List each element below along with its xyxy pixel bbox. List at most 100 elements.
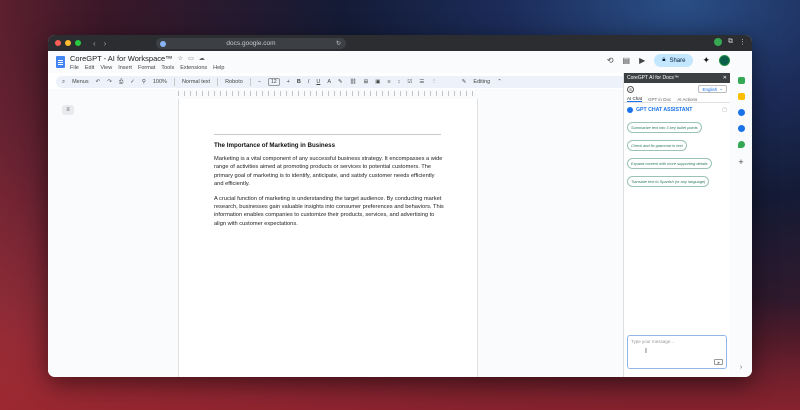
window-controls <box>55 40 81 46</box>
image-icon[interactable]: ▣ <box>375 79 380 85</box>
tab-gpt-in-doc[interactable]: GPT in Doc <box>648 97 671 102</box>
suggestion-chip[interactable]: Summarize text into 3 key bullet points <box>627 122 702 133</box>
menu-help[interactable]: Help <box>213 65 224 71</box>
expand-panel-icon[interactable]: › <box>740 364 742 371</box>
menu-view[interactable]: View <box>100 65 112 71</box>
suggestion-chip[interactable]: Expand content with more supporting deta… <box>627 158 712 169</box>
italic-icon[interactable]: I <box>308 79 310 85</box>
language-value: English <box>702 86 718 92</box>
menu-format[interactable]: Format <box>138 65 155 71</box>
side-panel-rail: + › <box>730 73 752 377</box>
font-select[interactable]: Roboto <box>225 79 243 85</box>
sheets-icon[interactable] <box>737 77 745 84</box>
ruler[interactable] <box>178 91 478 96</box>
editing-mode-select[interactable]: Editing <box>473 79 490 85</box>
coregpt-sidebar: CoreGPT AI for Docs™ ✕ S English ⌄ AI Ch… <box>623 73 730 377</box>
avatar[interactable] <box>719 55 730 66</box>
menu-file[interactable]: File <box>70 65 79 71</box>
underline-icon[interactable]: U <box>316 79 320 85</box>
link-icon[interactable]: ⛓ <box>350 79 357 85</box>
document-body[interactable]: The Importance of Marketing in Business … <box>214 142 444 234</box>
docs-header: CoreGPT - AI for Workspace™ ☆ ▭ ☁ File E… <box>48 51 752 73</box>
back-arrow-icon[interactable]: ‹ <box>93 39 96 48</box>
history-icon[interactable]: ⟲ <box>607 56 614 65</box>
redo-icon[interactable]: ↷ <box>107 79 112 85</box>
reload-icon[interactable]: ↻ <box>336 40 341 47</box>
close-window-dot[interactable] <box>55 40 61 46</box>
site-info-icon[interactable] <box>160 40 166 47</box>
docs-header-actions: ⟲ ▤ ▶ 🔒︎ Share ✦ <box>607 54 730 67</box>
extensions-puzzle-icon[interactable]: ⧉ <box>728 38 733 46</box>
forward-arrow-icon[interactable]: › <box>104 39 107 48</box>
address-bar[interactable]: docs.google.com ↻ <box>156 38 346 49</box>
font-size-decrease-icon[interactable]: − <box>258 79 261 85</box>
move-folder-icon[interactable]: ▭ <box>188 55 194 62</box>
maximize-window-dot[interactable] <box>75 40 81 46</box>
undo-icon[interactable]: ↶ <box>96 79 101 85</box>
menu-extensions[interactable]: Extensions <box>180 65 207 71</box>
tasks-icon[interactable] <box>737 109 745 116</box>
share-button[interactable]: 🔒︎ Share <box>654 54 694 67</box>
docs-toolbar: ⌕ Menus ↶ ↷ ⎙ ✓ ⚲ 100% Normal text Robot… <box>56 76 656 88</box>
assistant-close-icon[interactable]: ▢ <box>722 107 727 113</box>
document-canvas: ≡ The Importance of Marketing in Busines… <box>48 89 623 377</box>
extension-icon[interactable] <box>714 38 722 46</box>
zoom-select[interactable]: 100% <box>153 79 167 85</box>
doc-title[interactable]: CoreGPT - AI for Workspace™ <box>70 54 173 63</box>
add-addon-icon[interactable]: + <box>738 157 743 167</box>
suggestion-chip[interactable]: Check and fix grammar in text <box>627 140 687 151</box>
menu-insert[interactable]: Insert <box>118 65 132 71</box>
numbered-list-icon[interactable]: ⋮ <box>431 79 437 85</box>
sidebar-close-icon[interactable]: ✕ <box>723 75 727 81</box>
comments-icon[interactable]: ▤ <box>623 56 631 65</box>
maps-icon[interactable] <box>737 141 745 148</box>
font-size-input[interactable]: 12 <box>268 78 280 86</box>
tab-ai-actions[interactable]: AI Actions <box>677 97 697 102</box>
browser-nav: ‹ › <box>93 39 106 48</box>
url-text: docs.google.com <box>226 40 276 47</box>
suggestion-chip[interactable]: Translate text to Spanish (or any langua… <box>627 176 710 187</box>
sidebar-tabs: AI Chat GPT in Doc AI Actions <box>624 95 730 103</box>
line-spacing-icon[interactable]: ↕ <box>398 79 401 85</box>
checklist-icon[interactable]: ☑ <box>407 79 412 85</box>
horizontal-rule <box>214 134 441 135</box>
chat-input[interactable]: Type your message... I ➤ <box>627 335 727 369</box>
suggestion-list: Summarize text into 3 key bullet points … <box>624 116 730 188</box>
divider <box>173 78 175 86</box>
lock-icon: 🔒︎ <box>662 57 666 63</box>
star-icon[interactable]: ☆ <box>178 55 183 62</box>
bold-icon[interactable]: B <box>297 79 301 85</box>
font-size-increase-icon[interactable]: + <box>287 79 290 85</box>
bullets-icon[interactable]: ☰ <box>419 79 424 85</box>
outline-toggle-icon[interactable]: ≡ <box>62 105 74 115</box>
menu-edit[interactable]: Edit <box>85 65 94 71</box>
highlight-icon[interactable]: ✎ <box>338 79 343 85</box>
collapse-toolbar-icon[interactable]: ⌃ <box>497 79 502 85</box>
chat-input-placeholder: Type your message... <box>631 339 675 344</box>
menus-search-label[interactable]: Menus <box>72 79 89 85</box>
document-page[interactable]: The Importance of Marketing in Business … <box>178 99 478 377</box>
paint-format-icon[interactable]: ⚲ <box>142 79 146 85</box>
keep-icon[interactable] <box>737 93 745 100</box>
browser-toolbar-right: ⧉ ⋮ <box>714 38 746 46</box>
edit-mode-pencil-icon[interactable]: ✎ <box>462 79 467 85</box>
spellcheck-icon[interactable]: ✓ <box>130 79 135 85</box>
search-menus-icon[interactable]: ⌕ <box>62 79 65 86</box>
docs-logo-icon[interactable] <box>56 56 65 68</box>
tab-ai-chat[interactable]: AI Chat <box>627 96 643 102</box>
meet-icon[interactable]: ▶ <box>639 56 645 65</box>
send-button[interactable]: ➤ <box>714 359 723 365</box>
browser-titlebar: ‹ › docs.google.com ↻ ⧉ ⋮ <box>48 35 752 51</box>
share-label: Share <box>669 57 686 64</box>
comment-add-icon[interactable]: ⊞ <box>364 79 369 85</box>
menu-tools[interactable]: Tools <box>161 65 174 71</box>
language-select[interactable]: English ⌄ <box>698 85 727 93</box>
style-select[interactable]: Normal text <box>182 79 210 85</box>
contacts-icon[interactable] <box>737 125 745 132</box>
align-icon[interactable]: ≡ <box>387 79 390 85</box>
minimize-window-dot[interactable] <box>65 40 71 46</box>
browser-menu-icon[interactable]: ⋮ <box>739 38 746 46</box>
text-color-icon[interactable]: A <box>327 79 331 85</box>
gemini-spark-icon[interactable]: ✦ <box>702 55 710 66</box>
print-icon[interactable]: ⎙ <box>119 79 123 86</box>
